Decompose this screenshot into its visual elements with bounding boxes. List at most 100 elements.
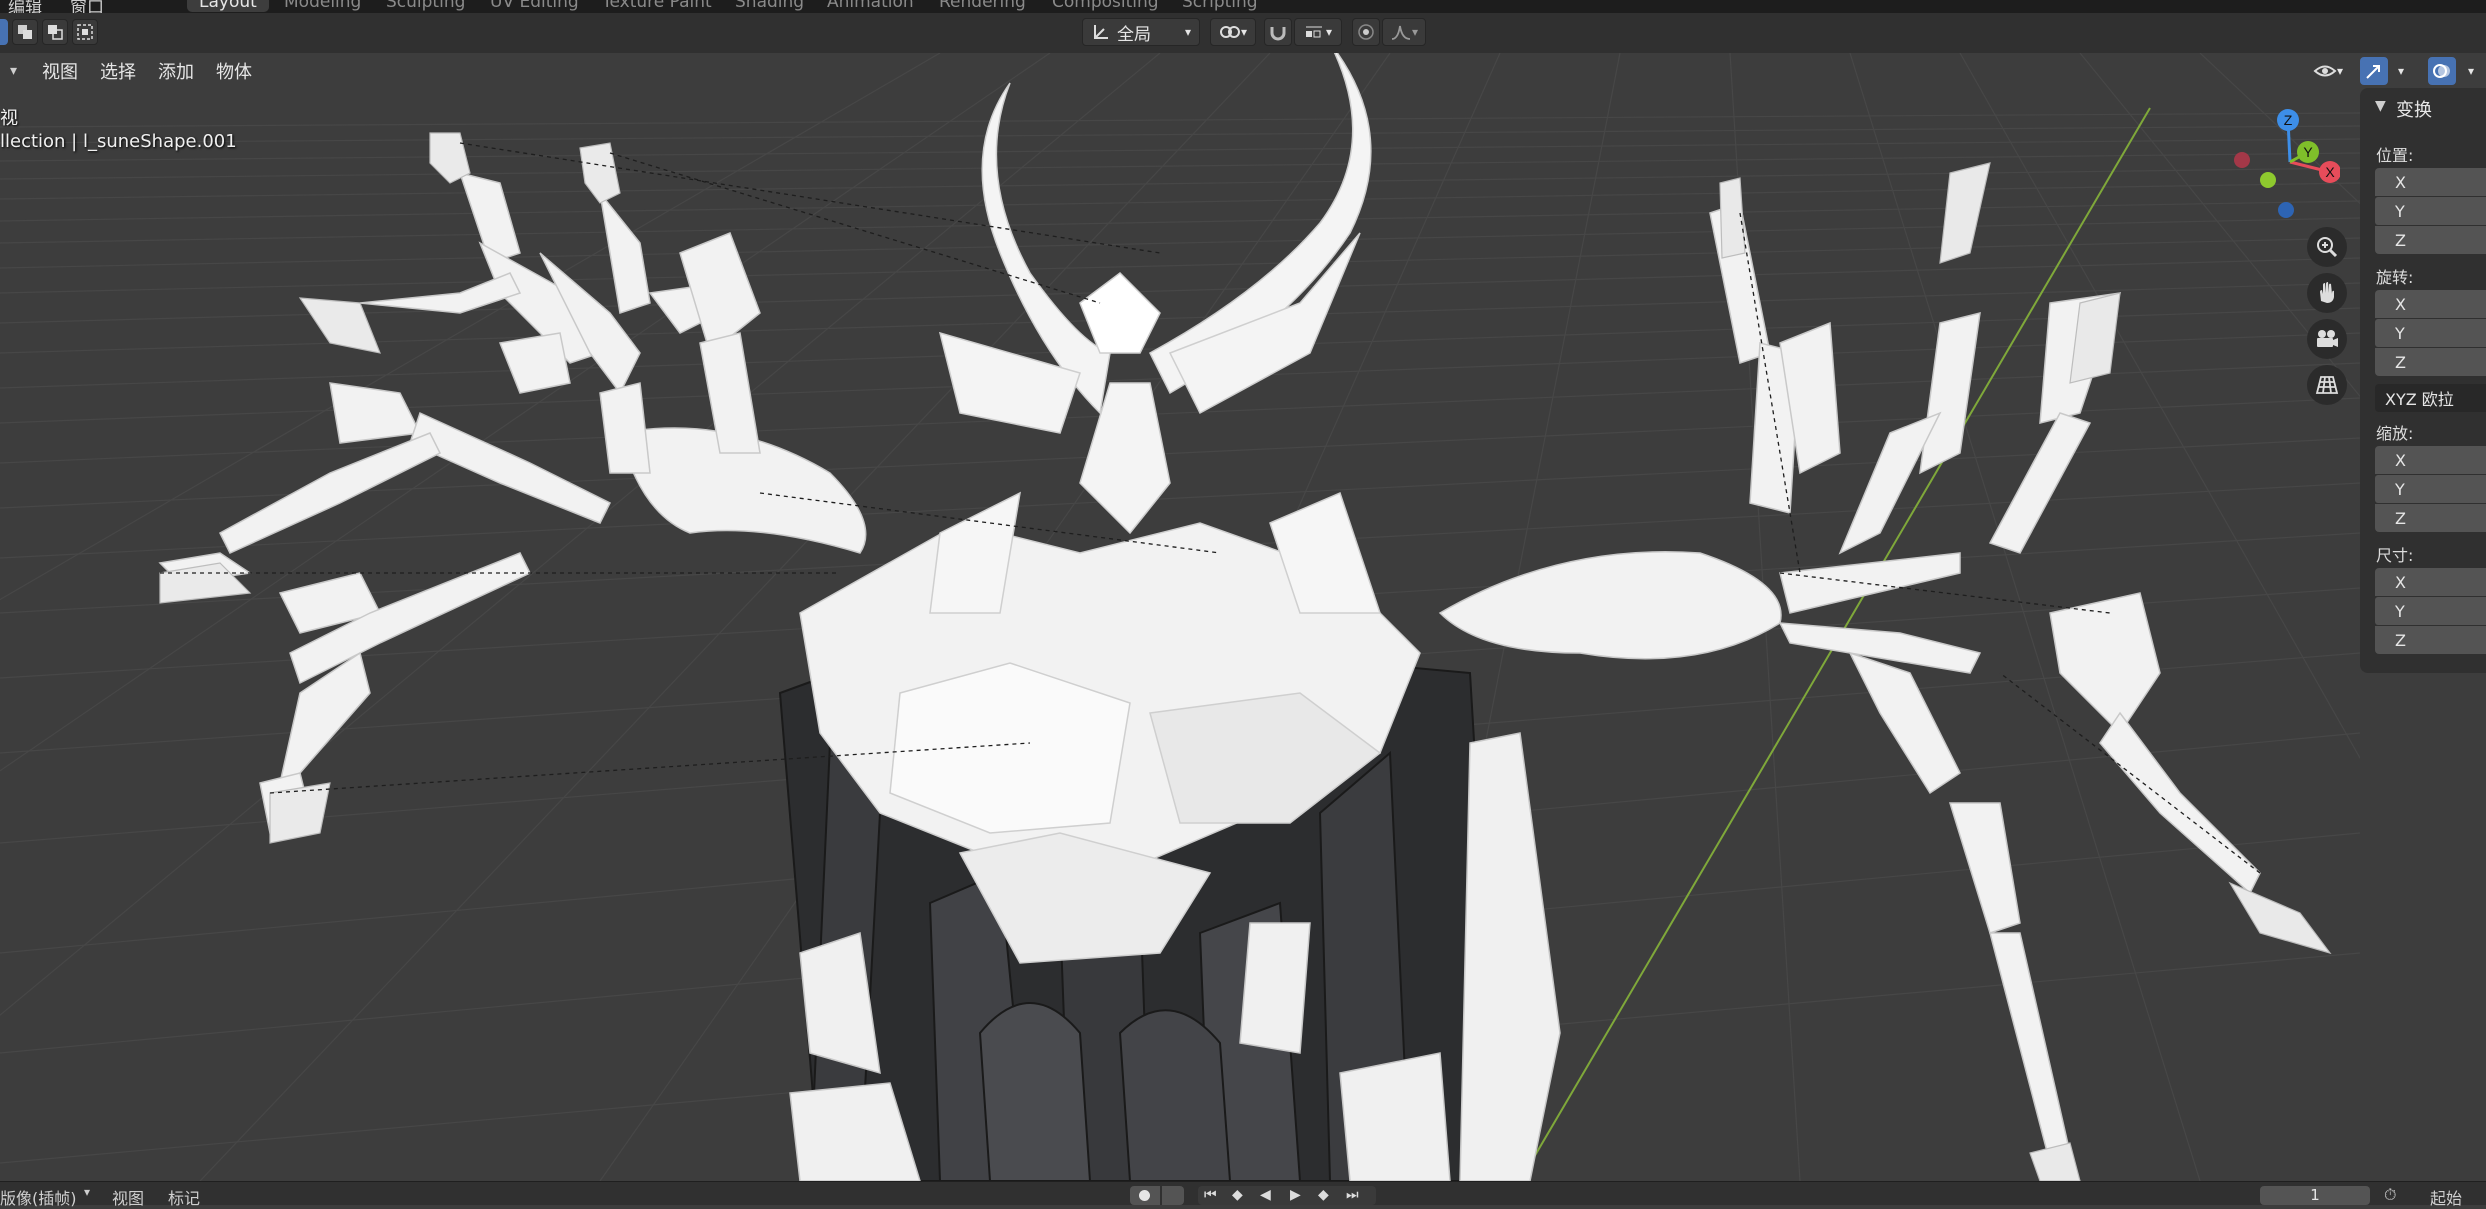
chevron-down-icon[interactable]: ▾ — [10, 63, 17, 79]
proportional-falloff-dropdown[interactable]: ▾ — [1382, 18, 1426, 46]
tab-uv-editing[interactable]: UV Editing — [478, 0, 591, 12]
zoom-button[interactable] — [2307, 227, 2347, 267]
scale-y-field[interactable]: Y — [2375, 475, 2486, 503]
tab-shading[interactable]: Shading — [723, 0, 816, 12]
tab-sculpting[interactable]: Sculpting — [374, 0, 477, 12]
timeline-header: 版像(插帧) ▾ 视图 标记 ⏮ ◆ ◀ ▶ ◆ ⏭ 1 ⏱ 起始 — [0, 1181, 2486, 1208]
snap-increment-icon — [1305, 26, 1322, 38]
select-box-mode[interactable] — [0, 19, 8, 45]
svg-text:Y: Y — [2303, 144, 2313, 160]
gizmo-neg-x[interactable] — [2234, 152, 2250, 168]
proportional-edit-toggle[interactable] — [1352, 18, 1380, 46]
overlay-toggle[interactable] — [2428, 57, 2456, 85]
falloff-curve-icon — [1391, 25, 1411, 40]
record-dot-icon — [1139, 1190, 1150, 1201]
select-subtract-icon — [48, 25, 63, 40]
record-keyframe-button[interactable] — [1130, 1186, 1160, 1205]
magnet-icon — [1270, 27, 1286, 41]
gizmo-toggle[interactable] — [2360, 57, 2388, 85]
rotation-y-field[interactable]: Y — [2375, 319, 2486, 347]
dimensions-z-field[interactable]: Z — [2375, 626, 2486, 654]
menu-view[interactable]: 视图 — [31, 58, 89, 84]
location-y-field[interactable]: Y — [2375, 197, 2486, 225]
orientation-axes-icon — [1094, 25, 1108, 39]
menu-object[interactable]: 物体 — [205, 58, 263, 84]
chevron-down-icon: ▾ — [84, 1185, 91, 1199]
sidebar-transform-panel: ▼ 变换 位置: X Y Z 旋转: X Y Z XYZ 欧拉 缩放: X Y … — [2360, 88, 2486, 673]
pan-button[interactable] — [2307, 273, 2347, 313]
start-frame-label[interactable]: 起始 — [2430, 1185, 2462, 1209]
chevron-down-icon: ▾ — [1240, 25, 1248, 39]
playback-controls: ⏮ ◆ ◀ ▶ ◆ ⏭ — [1198, 1186, 1376, 1205]
overlay-dropdown[interactable]: ▾ — [2460, 57, 2482, 85]
dimensions-y-field[interactable]: Y — [2375, 597, 2486, 625]
select-intersect-mode[interactable] — [72, 19, 98, 45]
tab-compositing[interactable]: Compositing — [1040, 0, 1171, 12]
prev-keyframe-icon[interactable]: ◆ — [1232, 1187, 1243, 1203]
select-extend-mode[interactable] — [12, 19, 38, 45]
camera-view-button[interactable] — [2307, 319, 2347, 359]
menu-marker[interactable]: 标记 — [168, 1185, 200, 1209]
jump-start-icon[interactable]: ⏮ — [1204, 1187, 1217, 1203]
play-reverse-icon[interactable]: ◀ — [1260, 1187, 1271, 1203]
menu-select[interactable]: 选择 — [89, 58, 147, 84]
dimensions-label: 尺寸: — [2376, 546, 2414, 565]
clock-icon[interactable]: ⏱ — [2384, 1185, 2396, 1205]
auto-key-dropdown[interactable] — [1162, 1186, 1184, 1205]
current-frame-field[interactable]: 1 — [2260, 1186, 2370, 1205]
tab-animation[interactable]: Animation — [815, 0, 926, 12]
pivot-link-icon — [1219, 26, 1240, 38]
transform-orientation-value: 全局 — [1117, 24, 1151, 45]
tab-modeling[interactable]: Modeling — [272, 0, 373, 12]
gizmo-dropdown[interactable]: ▾ — [2390, 57, 2412, 85]
chevron-down-icon: ▾ — [1184, 25, 1191, 39]
dimensions-x-field[interactable]: X — [2375, 568, 2486, 596]
location-z-field[interactable]: Z — [2375, 226, 2486, 254]
panel-collapse-icon[interactable]: ▼ — [2375, 98, 2386, 114]
perspective-toggle-button[interactable] — [2307, 365, 2347, 405]
tab-rendering[interactable]: Rendering — [927, 0, 1038, 12]
workspace-bar: 编辑 窗口 帮助 Layout Modeling Sculpting UV Ed… — [0, 0, 2486, 18]
overlay-circles-icon — [2433, 64, 2450, 78]
snap-toggle[interactable] — [1264, 18, 1292, 46]
rotation-mode-dropdown[interactable]: XYZ 欧拉 — [2375, 384, 2486, 412]
rotation-x-field[interactable]: X — [2375, 290, 2486, 318]
rotation-z-field[interactable]: Z — [2375, 348, 2486, 376]
scale-x-field[interactable]: X — [2375, 446, 2486, 474]
tab-scripting[interactable]: Scripting — [1170, 0, 1270, 12]
chevron-down-icon: ▾ — [1411, 25, 1419, 39]
play-icon[interactable]: ▶ — [1290, 1187, 1301, 1203]
menu-timeline-view[interactable]: 视图 — [112, 1185, 144, 1209]
camera-icon — [2317, 330, 2338, 347]
chevron-down-icon: ▾ — [2397, 64, 2405, 78]
grid-perspective-icon — [2315, 376, 2339, 394]
select-subtract-mode[interactable] — [42, 19, 68, 45]
location-x-field[interactable]: X — [2375, 168, 2486, 196]
next-keyframe-icon[interactable]: ◆ — [1318, 1187, 1329, 1203]
playback-mode-dropdown[interactable]: 版像(插帧) — [0, 1185, 77, 1209]
proportional-dot-icon — [1358, 24, 1374, 40]
gizmo-neg-z[interactable] — [2278, 202, 2294, 218]
pivot-point-dropdown[interactable]: ▾ — [1210, 18, 1256, 46]
select-intersect-icon — [77, 24, 93, 40]
collection-label: llection | l_suneShape.001 — [0, 131, 237, 152]
magnifier-plus-icon — [2317, 237, 2338, 258]
gizmo-neg-y[interactable] — [2260, 172, 2276, 188]
tab-texture-paint[interactable]: Texture Paint — [590, 0, 724, 12]
visibility-dropdown[interactable]: ▾ — [2306, 57, 2350, 85]
snap-target-dropdown[interactable]: ▾ — [1294, 18, 1342, 46]
3d-viewport[interactable] — [0, 53, 2360, 1181]
transform-orientation-dropdown[interactable]: 全局 ▾ — [1082, 18, 1200, 46]
tab-layout[interactable]: Layout — [187, 0, 269, 12]
tool-header: 全局 ▾ ▾ ▾ ▾ — [0, 13, 2486, 53]
scale-z-field[interactable]: Z — [2375, 504, 2486, 532]
navigation-gizmo[interactable]: Z X Y — [2220, 100, 2340, 230]
chevron-down-icon: ▾ — [2336, 64, 2344, 78]
eye-icon — [2313, 65, 2337, 77]
menu-add[interactable]: 添加 — [147, 58, 205, 84]
jump-end-icon[interactable]: ⏭ — [1346, 1187, 1359, 1203]
select-extend-icon — [18, 25, 32, 39]
location-label: 位置: — [2376, 146, 2414, 165]
gizmo-arrows-icon — [2366, 65, 2380, 79]
chevron-down-icon: ▾ — [1325, 25, 1333, 39]
